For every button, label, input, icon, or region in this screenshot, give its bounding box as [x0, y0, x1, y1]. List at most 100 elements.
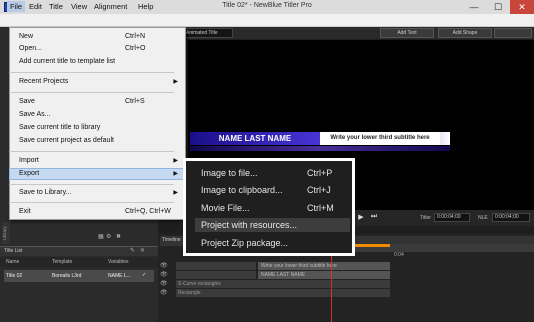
menu-item-shortcut: Ctrl+O [125, 45, 146, 52]
lower-third-glow [190, 146, 450, 151]
lower-third-graphic: NAME LAST NAME Write your lower third su… [190, 129, 450, 151]
nle-time-field[interactable]: 0:00:04;00 [492, 213, 530, 222]
menu-save-to-library[interactable]: Save to Library... ▶ [10, 188, 184, 198]
menu-item-shortcut: Ctrl+Q, Ctrl+W [125, 208, 171, 215]
menu-separator [9, 202, 174, 203]
menu-save-title-to-library[interactable]: Save current title to library [10, 123, 184, 133]
lower-third-subtitle: Write your lower third subtitle here [320, 132, 440, 145]
menu-item-shortcut: Ctrl+S [125, 98, 145, 105]
panel-close-icon[interactable]: ✕ [140, 247, 145, 254]
timeline-clip[interactable]: Write your lower third subtitle here [258, 262, 390, 270]
play-icon[interactable]: ▶ [355, 213, 367, 223]
menu-item-label: Image to file... [201, 168, 258, 178]
menu-title[interactable]: Title [46, 1, 66, 12]
menu-item-shortcut: Ctrl+N [125, 33, 146, 40]
menu-item-label: Movie File... [201, 203, 250, 213]
menu-separator [9, 184, 174, 185]
menu-separator [9, 72, 174, 73]
titler-time-field[interactable]: 0:00:04;00 [434, 213, 470, 222]
settings-icon[interactable]: ⚙ [106, 233, 111, 240]
add-text-button[interactable]: Add Text [380, 28, 434, 38]
skip-end-icon[interactable]: ⏭ [368, 213, 380, 223]
close-button[interactable]: ✕ [510, 0, 534, 14]
menu-item-label: Open... [19, 45, 42, 52]
menu-bar [0, 14, 534, 27]
eye-icon[interactable]: 👁 [160, 289, 168, 296]
timeline-marker: 0:04 [394, 252, 404, 258]
menu-item-label: Save current project as default [19, 137, 114, 144]
check-icon[interactable]: ✓ [142, 272, 146, 278]
menu-save-as[interactable]: Save As... [10, 110, 184, 120]
menu-item-label: New [19, 33, 34, 40]
title-list-row[interactable]: Title 02 Borealis L3rd NAME L... ✓ [4, 270, 154, 282]
library-tab[interactable]: Library [2, 222, 10, 244]
menu-save-project-default[interactable]: Save current project as default [10, 136, 184, 146]
menu-alignment[interactable]: Alignment [91, 1, 130, 12]
export-movie-file[interactable]: Movie File... Ctrl+M [195, 201, 350, 215]
col-variables[interactable]: Variables [108, 259, 128, 265]
menu-export[interactable]: Export ▶ [9, 168, 185, 180]
menu-recent-projects[interactable]: Recent Projects ▶ [10, 77, 184, 87]
menu-item-label: Import [19, 157, 39, 164]
menu-item-shortcut: Ctrl+P [307, 168, 333, 178]
menu-item-shortcut: Ctrl+M [307, 203, 334, 213]
menu-add-to-template-list[interactable]: Add current title to template list [10, 57, 184, 67]
menu-item-label: Save [19, 98, 35, 105]
export-project-zip-package[interactable]: Project Zip package... [195, 236, 350, 250]
nle-label: NLE [478, 215, 488, 221]
menu-item-shortcut: Ctrl+J [307, 185, 331, 195]
row-variables: NAME L... [108, 273, 131, 279]
menu-item-label: Project with resources... [201, 220, 298, 230]
edit-icon[interactable]: ✎ [130, 247, 135, 254]
timeline-title: Timeline [162, 237, 181, 243]
export-image-to-clipboard[interactable]: Image to clipboard... Ctrl+J [195, 183, 350, 197]
col-name[interactable]: Name [6, 259, 19, 265]
menu-item-label: Save As... [19, 111, 51, 118]
col-template[interactable]: Template [52, 259, 72, 265]
template-select[interactable]: Animated Title [183, 28, 233, 38]
menu-item-label: Save to Library... [19, 189, 72, 196]
export-project-with-resources[interactable]: Project with resources... [195, 218, 350, 232]
menu-separator [9, 92, 174, 93]
eye-icon[interactable]: 👁 [160, 280, 168, 287]
menu-exit[interactable]: Exit Ctrl+Q, Ctrl+W [10, 207, 184, 217]
export-image-to-file[interactable]: Image to file... Ctrl+P [195, 166, 350, 180]
row-name: Title 02 [6, 273, 23, 279]
menu-save[interactable]: Save Ctrl+S [10, 97, 184, 107]
menu-open[interactable]: Open... Ctrl+O [10, 44, 184, 54]
title-list-columns: Name Template Variables [0, 257, 158, 267]
delete-icon[interactable]: ✖ [116, 233, 121, 240]
submenu-arrow-icon: ▶ [173, 171, 178, 177]
lower-third-name: NAME LAST NAME [190, 132, 320, 145]
eye-icon[interactable]: 👁 [160, 262, 168, 269]
timeline-track-label [176, 271, 256, 279]
grid-icon[interactable]: ▦ [98, 233, 104, 240]
eye-icon[interactable]: 👁 [160, 271, 168, 278]
menu-edit[interactable]: Edit [26, 1, 45, 12]
menu-item-label: Exit [19, 208, 31, 215]
menu-help[interactable]: Help [135, 1, 156, 12]
menu-separator [9, 151, 174, 152]
menu-item-label: Recent Projects [19, 78, 69, 85]
minimize-button[interactable]: — [462, 0, 486, 14]
timeline-track-label[interactable]: Rectangle [176, 289, 390, 297]
submenu-arrow-icon: ▶ [173, 158, 178, 164]
maximize-button[interactable]: ☐ [486, 0, 510, 14]
row-template: Borealis L3rd [52, 273, 82, 279]
menu-item-label: Project Zip package... [201, 238, 289, 248]
menu-new[interactable]: New Ctrl+N [10, 32, 184, 42]
toolbar-tools[interactable] [494, 28, 532, 38]
timeline-clip[interactable]: NAME LAST NAME [258, 271, 390, 279]
menu-item-label: Image to clipboard... [201, 185, 283, 195]
add-shape-button[interactable]: Add Shape [438, 28, 492, 38]
submenu-arrow-icon: ▶ [173, 79, 178, 85]
menu-item-label: Export [19, 170, 40, 177]
submenu-arrow-icon: ▶ [173, 190, 178, 196]
timeline-track-label [176, 262, 256, 270]
menu-item-label: Save current title to library [19, 124, 101, 131]
menu-import[interactable]: Import ▶ [10, 156, 184, 166]
menu-view[interactable]: View [68, 1, 90, 12]
menu-file[interactable]: File [7, 1, 26, 12]
timeline-track-label[interactable]: S-Curve rectangles [176, 280, 390, 288]
titler-label: Titler [420, 215, 431, 221]
